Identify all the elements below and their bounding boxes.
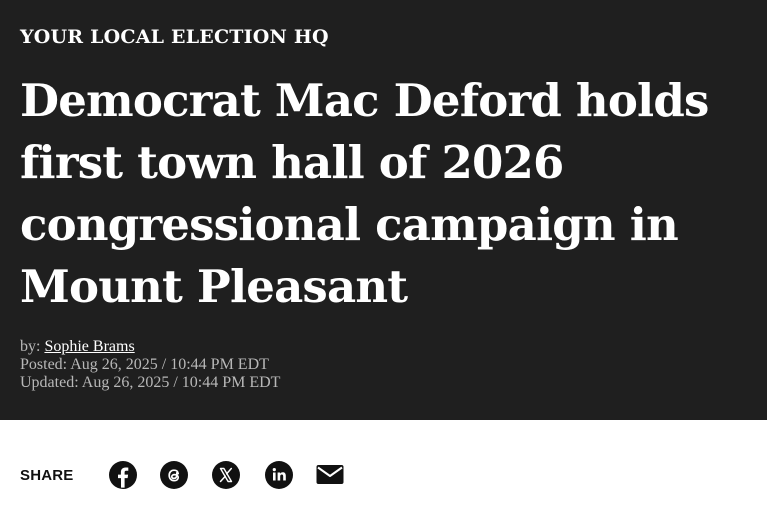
linkedin-icon[interactable] xyxy=(264,460,294,490)
article-meta: by: Sophie Brams Posted: Aug 26, 2025 / … xyxy=(20,338,280,392)
byline: by: Sophie Brams xyxy=(20,338,280,356)
article-header: YOUR LOCAL ELECTION HQ Democrat Mac Defo… xyxy=(0,0,767,420)
posted-timestamp: Posted: Aug 26, 2025 / 10:44 PM EDT xyxy=(20,356,269,373)
share-label: SHARE xyxy=(20,467,74,484)
byline-prefix: by: xyxy=(20,338,45,355)
article-headline: Democrat Mac Deford holds first town hal… xyxy=(20,74,709,313)
author-link[interactable]: Sophie Brams xyxy=(44,338,134,355)
updated-timestamp: Updated: Aug 26, 2025 / 10:44 PM EDT xyxy=(20,374,281,391)
x-icon[interactable] xyxy=(211,460,241,490)
facebook-icon[interactable] xyxy=(108,460,138,490)
threads-icon[interactable] xyxy=(159,460,189,490)
section-kicker[interactable]: YOUR LOCAL ELECTION HQ xyxy=(20,26,329,48)
email-icon[interactable] xyxy=(315,460,345,490)
